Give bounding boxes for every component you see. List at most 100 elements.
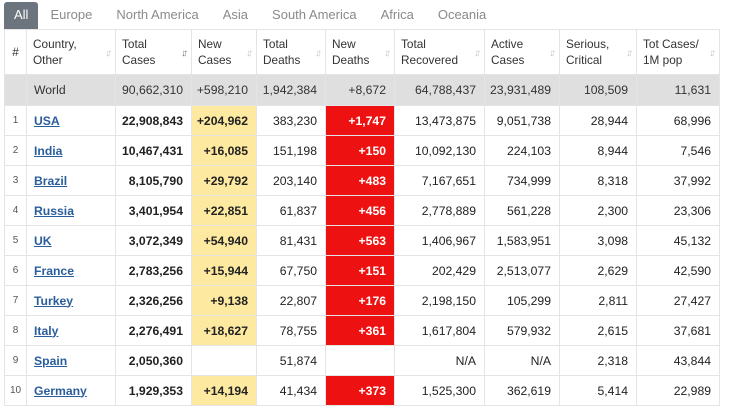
rank-cell: 9 [4,345,27,376]
table-row: 4 Russia 3,401,954 +22,851 61,837 +456 2,778,8… [4,195,720,226]
total-recovered-cell: 13,473,875 [394,105,485,136]
country-link[interactable]: Spain [34,354,67,368]
active-cases-cell: 224,103 [484,135,560,166]
new-cases-cell: +22,851 [191,195,257,226]
total-cases-cell: 10,467,431 [115,135,192,166]
column-header-country[interactable]: Country, Other ↓↑ [26,29,116,75]
serious-critical-cell: 2,811 [559,285,637,316]
new-deaths-cell: +150 [325,135,395,166]
total-deaths-cell: 22,807 [256,285,326,316]
new-deaths-cell: +563 [325,225,395,256]
column-header-active-cases[interactable]: Active Cases ↓↑ [484,29,560,75]
rank-cell: 8 [4,315,27,346]
country-cell: France [26,255,116,286]
new-cases-cell: +16,085 [191,135,257,166]
header-label-line2: Recovered [401,53,459,67]
header-label-line1: Total [263,37,288,51]
country-link[interactable]: India [34,144,62,158]
new-deaths-cell: +151 [325,255,395,286]
total-deaths-cell: 1,942,384 [256,74,326,106]
column-header-new-deaths[interactable]: New Deaths ↓↑ [325,29,395,75]
serious-critical-cell: 2,615 [559,315,637,346]
column-header-new-cases[interactable]: New Cases ↓↑ [191,29,257,75]
header-label-line1: Total [122,37,147,51]
country-link[interactable]: Russia [34,204,74,218]
country-link[interactable]: Germany [34,384,87,398]
tab-oceania[interactable]: Oceania [426,0,498,29]
country-cell: Italy [26,315,116,346]
sort-icon: ↓↑ [549,48,556,59]
sort-icon: ↓↑ [626,48,633,59]
tot-cases-per-million-cell: 43,844 [636,345,720,376]
tab-europe[interactable]: Europe [38,0,104,29]
country-link[interactable]: France [34,264,74,278]
tab-north-america[interactable]: North America [104,0,210,29]
rank-cell: 3 [4,165,27,196]
country-cell: Spain [26,345,116,376]
new-deaths-cell: +1,747 [325,105,395,136]
header-row: # Country, Other ↓↑ Total Cases ↓↑ New C… [4,29,720,75]
column-header-tot-cases-per-million[interactable]: Tot Cases/ 1M pop ↓↑ [636,29,720,75]
total-recovered-cell: 202,429 [394,255,485,286]
covid-stats-table: # Country, Other ↓↑ Total Cases ↓↑ New C… [4,29,720,406]
sort-icon: ↓↑ [709,48,716,59]
new-cases-cell: +15,944 [191,255,257,286]
table-row: 3 Brazil 8,105,790 +29,792 203,140 +483 7,167,… [4,165,720,196]
tot-cases-per-million-cell: 11,631 [636,74,720,106]
total-cases-cell: 2,050,360 [115,345,192,376]
country-link[interactable]: UK [34,234,52,248]
rank-cell: 10 [4,375,27,406]
total-cases-cell: 2,783,256 [115,255,192,286]
column-header-total-cases[interactable]: Total Cases ↓↑ [115,29,192,75]
column-header-total-deaths[interactable]: Total Deaths ↓↑ [256,29,326,75]
new-cases-cell: +204,962 [191,105,257,136]
country-link[interactable]: Turkey [34,294,73,308]
new-deaths-cell: +373 [325,375,395,406]
total-recovered-cell: 2,778,889 [394,195,485,226]
total-cases-cell: 1,929,353 [115,375,192,406]
table-row: 6 France 2,783,256 +15,944 67,750 +151 202,429… [4,255,720,286]
new-cases-cell: +18,627 [191,315,257,346]
total-recovered-cell: 1,525,300 [394,375,485,406]
country-link[interactable]: Italy [34,324,58,338]
total-deaths-cell: 78,755 [256,315,326,346]
serious-critical-cell: 5,414 [559,375,637,406]
header-label-line2: 1M pop [643,53,683,67]
header-label-line1: Country, [33,37,77,51]
total-recovered-cell: 10,092,130 [394,135,485,166]
new-deaths-cell: +176 [325,285,395,316]
serious-critical-cell: 8,944 [559,135,637,166]
tab-all[interactable]: All [4,2,39,29]
total-deaths-cell: 151,198 [256,135,326,166]
tot-cases-per-million-cell: 45,132 [636,225,720,256]
column-header-rank[interactable]: # [4,29,27,75]
tab-south-america[interactable]: South America [260,0,369,29]
serious-critical-cell: 3,098 [559,225,637,256]
active-cases-cell: 1,583,951 [484,225,560,256]
total-recovered-cell: 1,617,804 [394,315,485,346]
sort-icon: ↓↑ [105,48,112,59]
active-cases-cell: 579,932 [484,315,560,346]
rank-cell: 1 [4,105,27,136]
table-row: 10 Germany 1,929,353 +14,194 41,434 +373 1,525… [4,375,720,406]
header-label-line2: Deaths [263,53,301,67]
tab-asia[interactable]: Asia [211,0,260,29]
column-header-serious-critical[interactable]: Serious, Critical ↓↑ [559,29,637,75]
country-link[interactable]: USA [34,114,60,128]
serious-critical-cell: 2,300 [559,195,637,226]
column-header-total-recovered[interactable]: Total Recovered ↓↑ [394,29,485,75]
new-cases-cell: +54,940 [191,225,257,256]
tot-cases-per-million-cell: 23,306 [636,195,720,226]
tot-cases-per-million-cell: 22,989 [636,375,720,406]
world-total-row: World 90,662,310 +598,210 1,942,384 +8,6… [4,74,720,106]
new-deaths-cell: +483 [325,165,395,196]
rank-cell: 2 [4,135,27,166]
serious-critical-cell: 108,509 [559,74,637,106]
country-link[interactable]: Brazil [34,174,67,188]
serious-critical-cell: 28,944 [559,105,637,136]
active-cases-cell: 9,051,738 [484,105,560,136]
table-row: 2 India 10,467,431 +16,085 151,198 +150 10,092… [4,135,720,166]
country-cell: UK [26,225,116,256]
total-cases-cell: 3,401,954 [115,195,192,226]
tab-africa[interactable]: Africa [369,0,426,29]
